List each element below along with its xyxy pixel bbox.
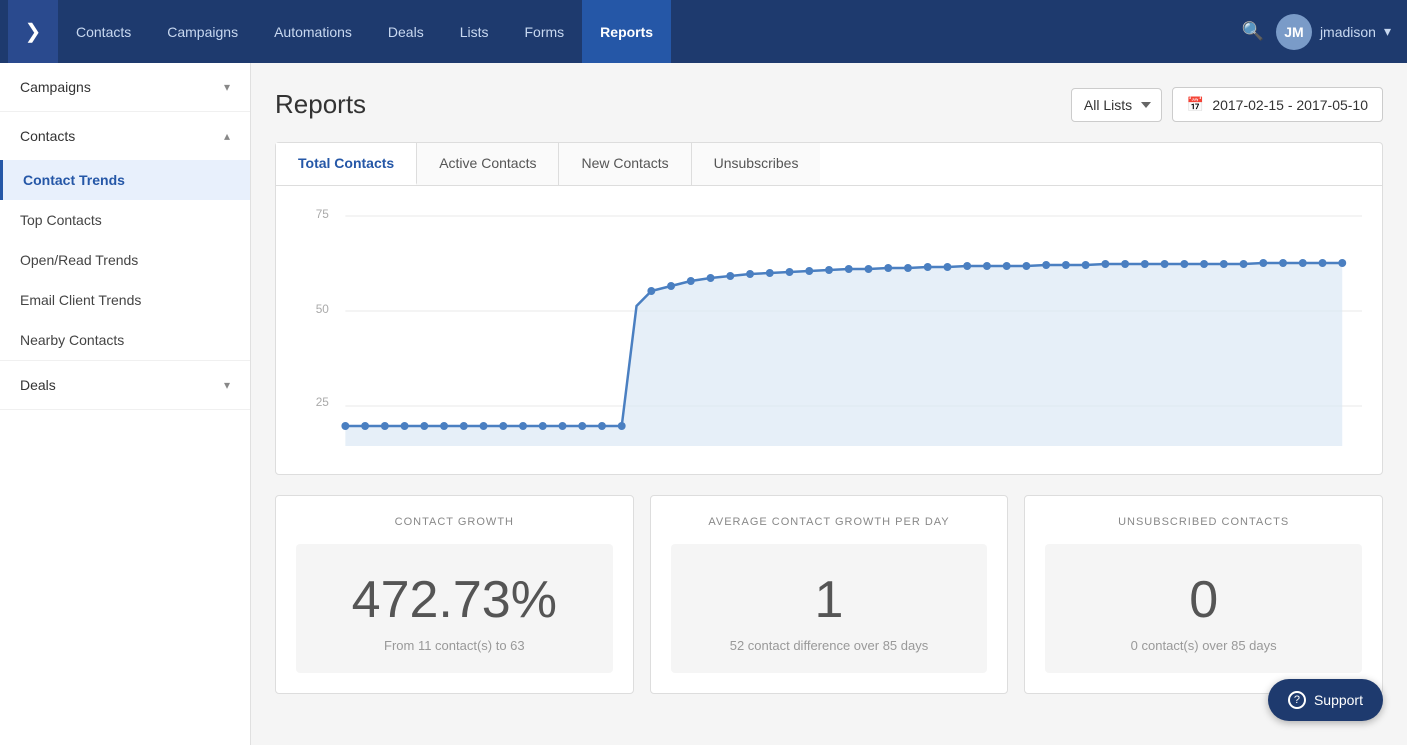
- top-navigation: ❯ Contacts Campaigns Automations Deals L…: [0, 0, 1407, 63]
- contacts-chevron-icon: ▴: [224, 129, 230, 143]
- sidebar-item-contact-trends[interactable]: Contact Trends: [0, 160, 250, 200]
- unsubscribed-inner: 0 0 contact(s) over 85 days: [1045, 544, 1362, 673]
- tabs-container: Total Contacts Active Contacts New Conta…: [275, 142, 1383, 185]
- sidebar-contacts-header[interactable]: Contacts ▴: [0, 112, 250, 160]
- user-menu[interactable]: JM jmadison ▾: [1276, 14, 1391, 50]
- unsubscribed-value: 0: [1065, 574, 1342, 626]
- unsubscribed-label: UNSUBSCRIBED CONTACTS: [1045, 516, 1362, 528]
- avg-growth-desc: 52 contact difference over 85 days: [691, 638, 968, 653]
- nav-item-reports[interactable]: Reports: [582, 0, 671, 63]
- reports-header: Reports All Lists 📅 2017-02-15 - 2017-05…: [275, 87, 1383, 122]
- avg-growth-inner: 1 52 contact difference over 85 days: [671, 544, 988, 673]
- svg-text:75: 75: [316, 207, 330, 221]
- contact-growth-inner: 472.73% From 11 contact(s) to 63: [296, 544, 613, 673]
- contact-growth-value: 472.73%: [316, 574, 593, 626]
- sidebar: Campaigns ▾ Contacts ▴ Contact Trends To…: [0, 63, 251, 745]
- stat-card-contact-growth: CONTACT GROWTH 472.73% From 11 contact(s…: [275, 495, 634, 694]
- sidebar-deals-header[interactable]: Deals ▾: [0, 361, 250, 409]
- contact-growth-desc: From 11 contact(s) to 63: [316, 638, 593, 653]
- logo-arrow-icon: ❯: [25, 19, 42, 44]
- search-icon[interactable]: 🔍: [1242, 21, 1264, 42]
- nav-logo[interactable]: ❯: [8, 0, 58, 63]
- deals-chevron-icon: ▾: [224, 378, 230, 392]
- nav-item-forms[interactable]: Forms: [507, 0, 583, 63]
- avg-growth-label: AVERAGE CONTACT GROWTH PER DAY: [671, 516, 988, 528]
- nav-items: Contacts Campaigns Automations Deals Lis…: [58, 0, 1242, 63]
- nav-item-lists[interactable]: Lists: [442, 0, 507, 63]
- svg-text:25: 25: [316, 395, 330, 409]
- date-range-value: 2017-02-15 - 2017-05-10: [1212, 97, 1368, 113]
- tab-unsubscribes[interactable]: Unsubscribes: [692, 143, 821, 185]
- sidebar-campaigns-header[interactable]: Campaigns ▾: [0, 63, 250, 111]
- chart-container: 75 50 25: [275, 185, 1383, 475]
- nav-item-campaigns[interactable]: Campaigns: [149, 0, 256, 63]
- tab-new-contacts[interactable]: New Contacts: [559, 143, 691, 185]
- nav-item-automations[interactable]: Automations: [256, 0, 370, 63]
- sidebar-item-email-client-trends[interactable]: Email Client Trends: [0, 280, 250, 320]
- sidebar-section-contacts: Contacts ▴ Contact Trends Top Contacts O…: [0, 112, 250, 361]
- nav-item-deals[interactable]: Deals: [370, 0, 442, 63]
- svg-text:50: 50: [316, 302, 330, 316]
- chart-svg: 75 50 25: [296, 206, 1362, 446]
- stats-row: CONTACT GROWTH 472.73% From 11 contact(s…: [275, 495, 1383, 694]
- date-range-picker[interactable]: 📅 2017-02-15 - 2017-05-10: [1172, 87, 1383, 122]
- nav-right: 🔍 JM jmadison ▾: [1242, 14, 1407, 50]
- support-button[interactable]: ? Support: [1268, 679, 1383, 721]
- sidebar-campaigns-label: Campaigns: [20, 79, 91, 95]
- avg-growth-value: 1: [691, 574, 968, 626]
- sidebar-section-deals: Deals ▾: [0, 361, 250, 410]
- sidebar-item-top-contacts[interactable]: Top Contacts: [0, 200, 250, 240]
- sidebar-item-open-read-trends[interactable]: Open/Read Trends: [0, 240, 250, 280]
- sidebar-item-nearby-contacts[interactable]: Nearby Contacts: [0, 320, 250, 360]
- unsubscribed-desc: 0 contact(s) over 85 days: [1065, 638, 1342, 653]
- main-content: Reports All Lists 📅 2017-02-15 - 2017-05…: [251, 63, 1407, 745]
- tab-total-contacts[interactable]: Total Contacts: [276, 143, 417, 185]
- support-label: Support: [1314, 692, 1363, 708]
- sidebar-contacts-label: Contacts: [20, 128, 75, 144]
- app-body: Campaigns ▾ Contacts ▴ Contact Trends To…: [0, 63, 1407, 745]
- header-controls: All Lists 📅 2017-02-15 - 2017-05-10: [1071, 87, 1383, 122]
- nav-item-contacts[interactable]: Contacts: [58, 0, 149, 63]
- user-dropdown-icon: ▾: [1384, 23, 1391, 40]
- lists-select[interactable]: All Lists: [1071, 88, 1162, 122]
- calendar-icon: 📅: [1187, 96, 1204, 113]
- sidebar-deals-label: Deals: [20, 377, 56, 393]
- stat-card-unsubscribed: UNSUBSCRIBED CONTACTS 0 0 contact(s) ove…: [1024, 495, 1383, 694]
- sidebar-section-campaigns: Campaigns ▾: [0, 63, 250, 112]
- tab-active-contacts[interactable]: Active Contacts: [417, 143, 559, 185]
- contact-growth-label: CONTACT GROWTH: [296, 516, 613, 528]
- page-title: Reports: [275, 89, 366, 120]
- username: jmadison: [1320, 24, 1376, 40]
- support-circle-icon: ?: [1288, 691, 1306, 709]
- campaigns-chevron-icon: ▾: [224, 80, 230, 94]
- avatar: JM: [1276, 14, 1312, 50]
- stat-card-avg-growth: AVERAGE CONTACT GROWTH PER DAY 1 52 cont…: [650, 495, 1009, 694]
